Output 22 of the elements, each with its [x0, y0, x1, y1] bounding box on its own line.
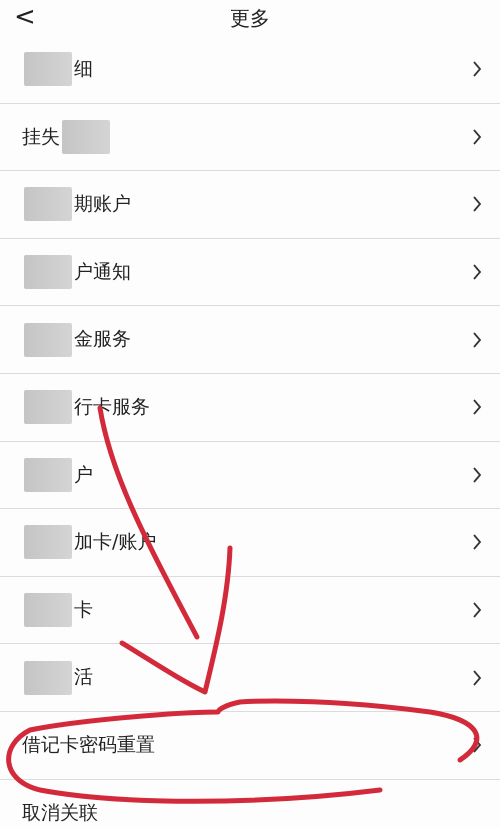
item-label: 户通知 [74, 260, 131, 285]
menu-item[interactable]: 借记卡密码重置 [0, 712, 500, 780]
menu-item[interactable]: 期账户 [0, 171, 500, 239]
item-label: 取消关联 [22, 800, 98, 826]
item-label: 金服务 [74, 327, 131, 352]
menu-item[interactable]: 挂失 [0, 104, 500, 172]
menu-item[interactable]: 金服务 [0, 306, 500, 374]
menu-item[interactable]: 卡 [0, 576, 500, 644]
item-label: 挂失 [22, 124, 60, 150]
menu-item[interactable]: 户 [0, 442, 500, 510]
item-label: 细 [74, 57, 93, 82]
item-label: 活 [74, 665, 93, 690]
item-label: 户 [74, 462, 93, 488]
item-label: 卡 [74, 598, 93, 623]
item-label: 借记卡密码重置 [22, 732, 155, 758]
page-title: 更多 [230, 5, 270, 32]
menu-item[interactable]: 户通知 [0, 238, 500, 306]
item-label: 期账户 [74, 192, 131, 218]
menu-item[interactable]: 细 [0, 36, 500, 104]
menu-item[interactable]: 活 [0, 644, 500, 712]
menu-item[interactable]: 取消关联 [0, 780, 500, 827]
back-button[interactable]: < [14, 2, 36, 32]
